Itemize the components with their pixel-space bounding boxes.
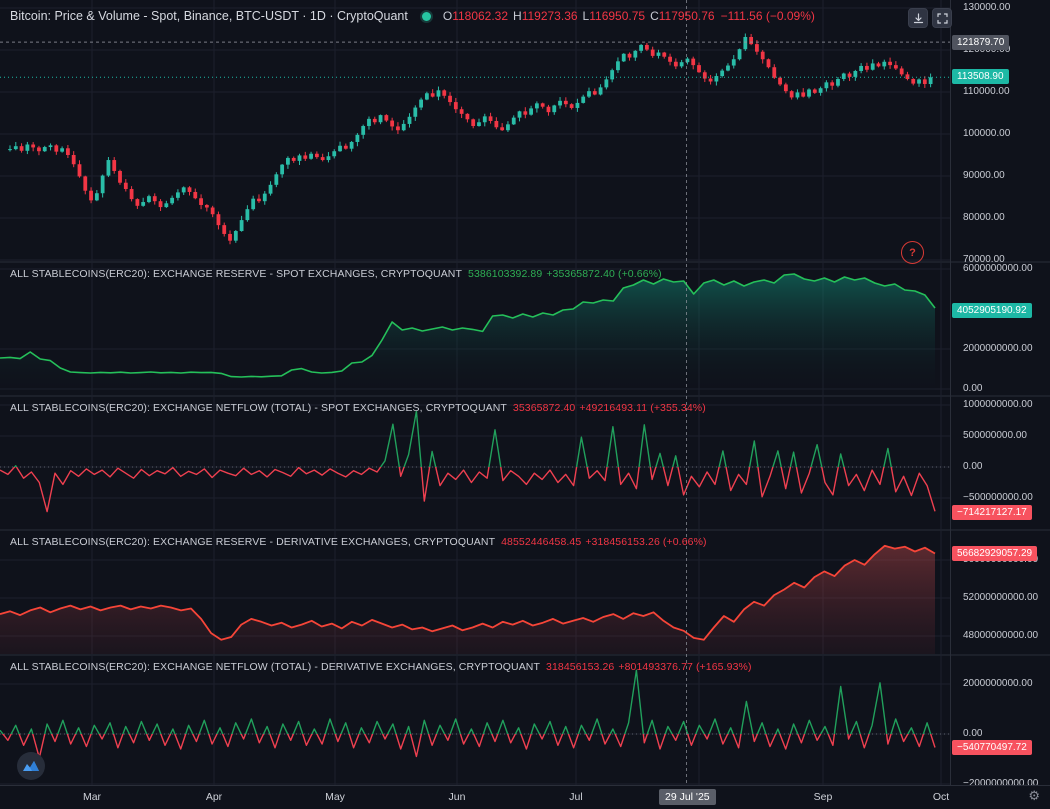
x-axis-label: Jul bbox=[569, 791, 582, 803]
x-axis-label: Jun bbox=[449, 791, 466, 803]
y-axis-label: 500000000.00 bbox=[963, 430, 1027, 441]
y-axis-label: 0.00 bbox=[963, 728, 982, 739]
spot-reserve-badge: 4052905190.92 bbox=[952, 303, 1032, 318]
main-chart-legend: Bitcoin: Price & Volume - Spot, Binance,… bbox=[10, 9, 815, 23]
y-axis-label: 6000000000.00 bbox=[963, 263, 1033, 274]
cryptoquant-logo-icon bbox=[17, 752, 45, 780]
chart-toolbar bbox=[908, 8, 952, 28]
x-axis-label: Sep bbox=[814, 791, 833, 803]
ohlc-item: H119273.36 bbox=[513, 9, 578, 23]
panel-change: +49216493.11 (+355.34%) bbox=[579, 402, 705, 414]
crosshair-date-badge: 29 Jul '25 bbox=[659, 789, 716, 805]
x-axis-label: Oct bbox=[933, 791, 949, 803]
panel-value: 5386103392.89 bbox=[468, 268, 542, 280]
ohlc-item: O118062.32 bbox=[443, 9, 508, 23]
panel-legend-spot-reserve: ALL STABLECOINS(ERC20): EXCHANGE RESERVE… bbox=[10, 268, 662, 280]
panel-change: +318456153.26 (+0.66%) bbox=[585, 536, 706, 548]
price-change: −111.56 (−0.09%) bbox=[721, 9, 815, 23]
y-axis-label: 130000.00 bbox=[963, 2, 1010, 13]
download-icon[interactable] bbox=[908, 8, 928, 28]
y-axis-label: 110000.00 bbox=[963, 86, 1010, 97]
panel-change: +35365872.40 (+0.66%) bbox=[546, 268, 661, 280]
crosshair-price-badge: 121879.70 bbox=[952, 35, 1009, 50]
deriv-netflow-badge: −540770497.72 bbox=[952, 740, 1032, 755]
y-axis-label: 52000000000.00 bbox=[963, 592, 1038, 603]
y-axis-label: 100000.00 bbox=[963, 128, 1010, 139]
y-axis-label: 0.00 bbox=[963, 461, 982, 472]
panel-label: ALL STABLECOINS(ERC20): EXCHANGE NETFLOW… bbox=[10, 402, 507, 414]
panel-change: +801493376.77 (+165.93%) bbox=[618, 661, 751, 673]
panel-legend-deriv-reserve: ALL STABLECOINS(ERC20): EXCHANGE RESERVE… bbox=[10, 536, 707, 548]
y-axis-label: 2000000000.00 bbox=[963, 343, 1033, 354]
cryptoquant-chart-app: Bitcoin: Price & Volume - Spot, Binance,… bbox=[0, 0, 1050, 809]
y-axis-label: 80000.00 bbox=[963, 212, 1005, 223]
panel-legend-deriv-netflow: ALL STABLECOINS(ERC20): EXCHANGE NETFLOW… bbox=[10, 661, 752, 673]
y-axis-label: 2000000000.00 bbox=[963, 678, 1033, 689]
panel-legend-spot-netflow: ALL STABLECOINS(ERC20): EXCHANGE NETFLOW… bbox=[10, 402, 706, 414]
fullscreen-icon[interactable] bbox=[932, 8, 952, 28]
gear-icon[interactable]: ⚙ bbox=[1028, 789, 1040, 804]
help-icon[interactable]: ? bbox=[901, 241, 924, 264]
panel-value: 35365872.40 bbox=[513, 402, 575, 414]
y-axis-label: −500000000.00 bbox=[963, 492, 1033, 503]
y-axis-label: 0.00 bbox=[963, 383, 982, 394]
panel-label: ALL STABLECOINS(ERC20): EXCHANGE NETFLOW… bbox=[10, 661, 540, 673]
y-axis-label: 48000000000.00 bbox=[963, 630, 1038, 641]
x-axis-label: Mar bbox=[83, 791, 101, 803]
deriv-reserve-badge: 56682929057.29 bbox=[952, 546, 1037, 561]
x-axis-label: Apr bbox=[206, 791, 222, 803]
live-status-icon bbox=[422, 12, 431, 21]
last-price-badge: 113508.90 bbox=[952, 69, 1009, 84]
y-axis-label: 1000000000.00 bbox=[963, 399, 1033, 410]
panel-value: 318456153.26 bbox=[546, 661, 614, 673]
panel-label: ALL STABLECOINS(ERC20): EXCHANGE RESERVE… bbox=[10, 268, 462, 280]
ohlc-item: C117950.76 bbox=[650, 9, 715, 23]
panel-value: 48552446458.45 bbox=[501, 536, 581, 548]
x-axis-label: May bbox=[325, 791, 345, 803]
price-axis[interactable]: 130000.00120000.00110000.00100000.009000… bbox=[950, 0, 1050, 785]
chart-title: Bitcoin: Price & Volume - Spot, Binance,… bbox=[10, 9, 408, 23]
panel-label: ALL STABLECOINS(ERC20): EXCHANGE RESERVE… bbox=[10, 536, 495, 548]
spot-netflow-badge: −714217127.17 bbox=[952, 505, 1032, 520]
y-axis-label: 90000.00 bbox=[963, 170, 1005, 181]
ohlc-readout: O118062.32 H119273.36 L116950.75 C117950.76 bbox=[443, 9, 715, 23]
ohlc-item: L116950.75 bbox=[583, 9, 646, 23]
time-axis[interactable]: 29 Jul '25 ⚙ Mar Apr May Jun Jul Sep Oct bbox=[0, 785, 1050, 809]
